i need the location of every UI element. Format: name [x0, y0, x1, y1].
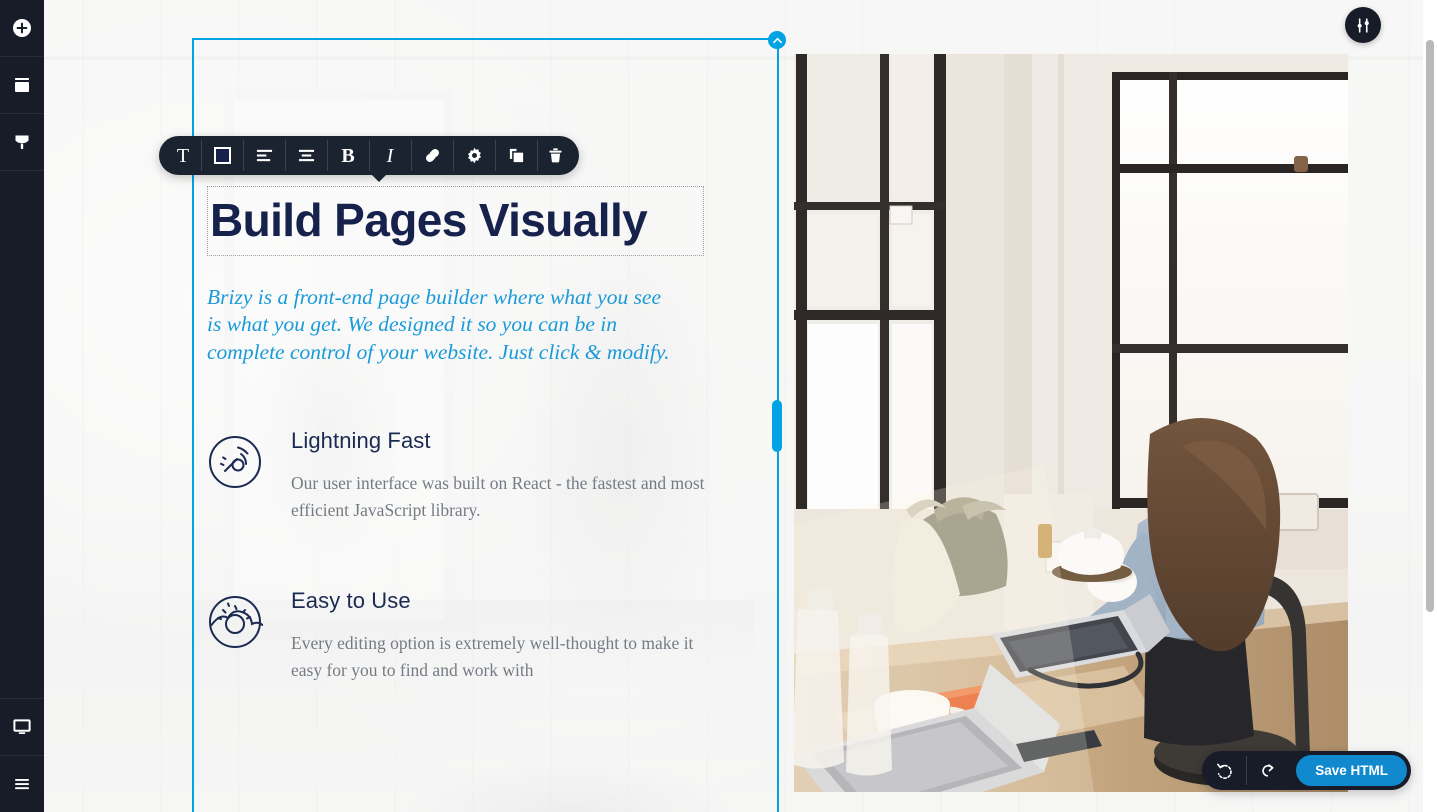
sidebar-item-styling[interactable]	[0, 114, 44, 171]
text-column: Build Pages Visually Brizy is a front-en…	[207, 186, 717, 684]
collapse-section-handle[interactable]	[768, 31, 786, 49]
page-title[interactable]: Build Pages Visually	[210, 196, 699, 245]
monitor-icon	[13, 719, 31, 734]
sidebar-bottom-group	[0, 698, 44, 812]
redo-button[interactable]	[1246, 751, 1290, 790]
bg-pot-shape	[404, 760, 734, 812]
toolbar-settings-button[interactable]	[453, 136, 495, 175]
plus-circle-icon	[13, 19, 31, 37]
heading-block[interactable]: Build Pages Visually	[207, 186, 704, 256]
sliders-icon	[1357, 17, 1369, 33]
donut-icon	[207, 594, 263, 650]
speedometer-icon	[207, 434, 263, 490]
save-html-button[interactable]: Save HTML	[1296, 755, 1407, 786]
feature-list: Lightning Fast Our user interface was bu…	[207, 420, 717, 684]
align-center-icon	[298, 149, 314, 162]
sidebar-item-more-menu[interactable]	[0, 755, 44, 812]
feature-item[interactable]: Lightning Fast Our user interface was bu…	[207, 420, 717, 524]
feature-item[interactable]: Easy to Use Every editing option is extr…	[207, 580, 717, 684]
undo-icon	[1217, 763, 1232, 779]
editor-canvas[interactable]: Build Pages Visually Brizy is a front-en…	[44, 0, 1437, 812]
feature-title[interactable]: Easy to Use	[291, 588, 711, 614]
sidebar-item-blocks[interactable]	[0, 57, 44, 114]
toolbar-align-center-button[interactable]	[285, 136, 327, 175]
undo-button[interactable]	[1202, 751, 1246, 790]
redo-icon	[1262, 763, 1274, 777]
feature-description[interactable]: Our user interface was built on React - …	[291, 470, 711, 524]
feature-text-group: Lightning Fast Our user interface was bu…	[291, 420, 711, 524]
column-resize-handle[interactable]	[772, 400, 782, 452]
page-scrollbar-thumb[interactable]	[1426, 40, 1434, 612]
toolbar-bold-button[interactable]: B	[327, 136, 369, 175]
duplicate-icon	[509, 148, 523, 163]
toolbar-align-left-button[interactable]	[243, 136, 285, 175]
editor-action-bar[interactable]: Save HTML	[1202, 751, 1411, 790]
link-icon	[425, 149, 439, 162]
toolbar-duplicate-button[interactable]	[495, 136, 537, 175]
page-builder-app: Build Pages Visually Brizy is a front-en…	[0, 0, 1437, 812]
toolbar-typography-button[interactable]: T	[159, 136, 201, 175]
sidebar-item-add-element[interactable]	[0, 0, 44, 57]
left-sidebar[interactable]	[0, 0, 44, 812]
page-settings-button[interactable]	[1345, 7, 1381, 43]
page-scrollbar-track[interactable]	[1423, 0, 1437, 812]
toolbar-link-button[interactable]	[411, 136, 453, 175]
toolbar-pointer-arrow	[371, 174, 387, 182]
bold-icon: B	[341, 144, 355, 167]
gear-icon	[467, 147, 481, 164]
chevron-up-icon	[772, 37, 782, 43]
toolbar-italic-button[interactable]: I	[369, 136, 411, 175]
toolbar-color-button[interactable]	[201, 136, 243, 175]
toolbar-delete-button[interactable]	[537, 136, 579, 175]
hamburger-icon	[15, 779, 29, 790]
feature-title[interactable]: Lightning Fast	[291, 428, 711, 454]
align-left-icon	[256, 149, 272, 162]
feature-text-group: Easy to Use Every editing option is extr…	[291, 580, 711, 684]
text-format-toolbar[interactable]: T B I	[159, 136, 579, 175]
sidebar-item-device-preview[interactable]	[0, 698, 44, 755]
italic-icon: I	[386, 144, 394, 167]
blocks-icon	[15, 78, 29, 92]
page-subheading[interactable]: Brizy is a front-end page builder where …	[207, 284, 677, 367]
feature-description[interactable]: Every editing option is extremely well-t…	[291, 630, 711, 684]
typography-icon: T	[176, 144, 190, 167]
hero-image[interactable]	[794, 54, 1348, 792]
trash-icon	[548, 148, 562, 163]
color-swatch-icon	[213, 147, 231, 164]
paintbrush-icon	[15, 135, 29, 149]
